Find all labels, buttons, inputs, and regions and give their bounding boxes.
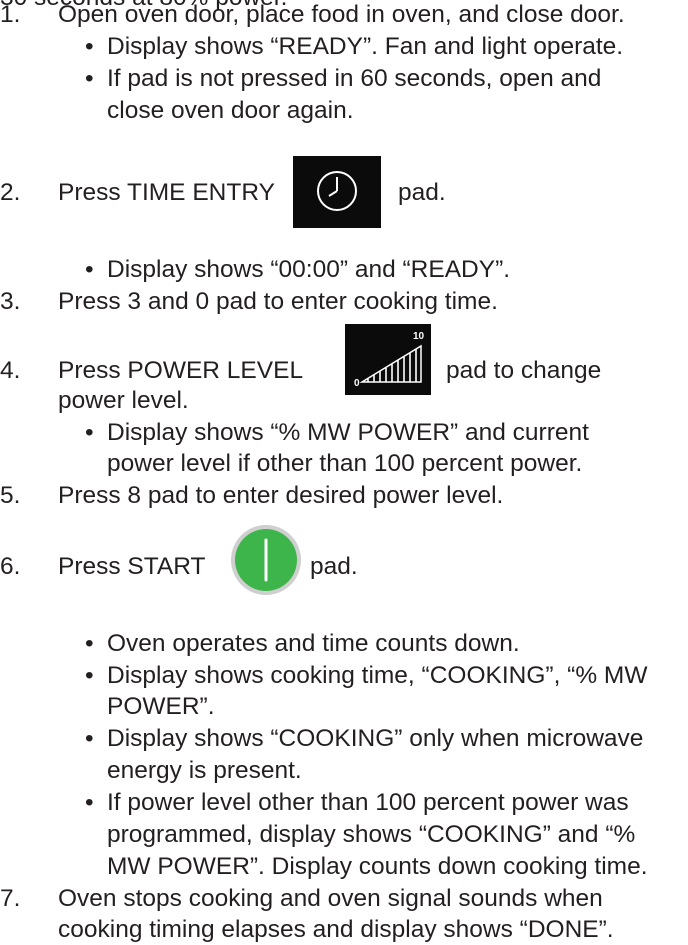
- power-high-label: 10: [413, 331, 425, 342]
- step-text: Open oven door, place food in oven, and …: [58, 1, 625, 28]
- power-level-icon: 0 10: [345, 324, 431, 395]
- step-number: 1.: [0, 1, 21, 28]
- power-low-label: 0: [354, 378, 360, 389]
- start-icon: [230, 524, 302, 596]
- clock-icon: [293, 156, 381, 228]
